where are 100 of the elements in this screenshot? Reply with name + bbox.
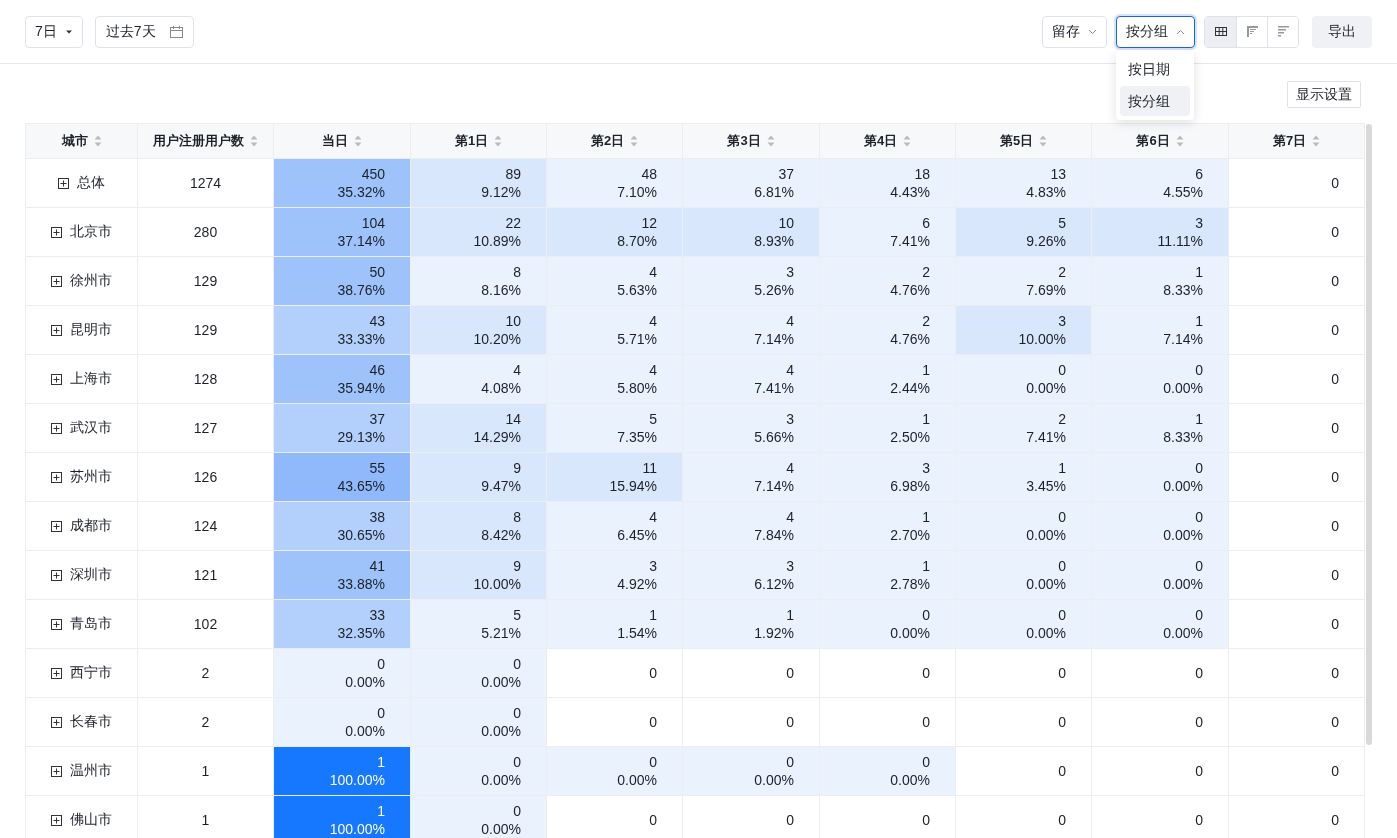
table-cell: 104 37.14% — [273, 208, 410, 256]
city-name: 徐州市 — [70, 272, 112, 290]
table-cell: 0 0.00% — [1091, 600, 1228, 648]
expand-icon[interactable] — [51, 765, 62, 777]
menu-item[interactable]: 按分组 — [1120, 85, 1190, 116]
column-header[interactable]: 第5日 — [955, 124, 1091, 158]
table-cell: 0 — [1228, 257, 1364, 305]
grid-icon — [1214, 27, 1227, 36]
city-name: 北京市 — [70, 223, 112, 241]
table-view-button[interactable] — [1205, 16, 1236, 47]
table-cell: 0 0.00% — [819, 747, 955, 795]
table-cell: 0 — [1228, 404, 1364, 452]
table-cell: 4 7.14% — [682, 306, 819, 354]
table-cell: 0 — [1228, 698, 1364, 746]
expand-icon[interactable] — [58, 177, 69, 189]
stair-view-button[interactable] — [1267, 16, 1298, 47]
table-cell: 1 1.92% — [682, 600, 819, 648]
table-cell: 1 8.33% — [1091, 404, 1228, 452]
column-header[interactable]: 当日 — [273, 124, 410, 158]
table-cell: 0 — [1228, 306, 1364, 354]
table-cell: 2 4.76% — [819, 257, 955, 305]
table-cell: 0 — [1228, 502, 1364, 550]
expand-icon[interactable] — [51, 520, 62, 532]
table-cell: 0 0.00% — [410, 649, 546, 697]
table-cell: 8 8.42% — [410, 502, 546, 550]
expand-icon[interactable] — [51, 324, 62, 336]
date-range-picker[interactable]: 过去7天 — [94, 15, 194, 48]
table-cell: 2 4.76% — [819, 306, 955, 354]
expand-icon[interactable] — [51, 569, 62, 581]
table-cell: 0 — [819, 796, 955, 838]
table-cell: 0 0.00% — [546, 747, 682, 795]
metric-select[interactable]: 留存 — [1042, 15, 1107, 48]
table-cell: 2 7.69% — [955, 257, 1091, 305]
table-cell: 5 7.35% — [546, 404, 682, 452]
table-cell: 0 — [682, 796, 819, 838]
expand-icon[interactable] — [51, 275, 62, 287]
group-select[interactable]: 按分组 — [1116, 15, 1195, 48]
column-header[interactable]: 第7日 — [1228, 124, 1364, 158]
city-name: 青岛市 — [70, 615, 112, 633]
expand-icon[interactable] — [51, 471, 62, 483]
sort-icon — [1312, 135, 1321, 147]
table-cell: 1 100.00% — [273, 747, 410, 795]
table-cell: 0 — [955, 796, 1091, 838]
table-cell: 0 0.00% — [1091, 355, 1228, 403]
expand-icon[interactable] — [51, 422, 62, 434]
sort-icon — [630, 135, 639, 147]
table-cell: 0 0.00% — [410, 796, 546, 838]
expand-icon[interactable] — [51, 814, 62, 826]
table-cell: 3 10.00% — [955, 306, 1091, 354]
table-cell: 48 7.10% — [546, 159, 682, 207]
table-cell: 11 15.94% — [546, 453, 682, 501]
table-cell: 4 5.63% — [546, 257, 682, 305]
column-header[interactable]: 第3日 — [682, 124, 819, 158]
expand-icon[interactable] — [51, 618, 62, 630]
column-header[interactable]: 城市 — [26, 124, 137, 158]
table-cell: 0 0.00% — [955, 600, 1091, 648]
table-cell: 0 0.00% — [682, 747, 819, 795]
table-cell: 1 2.50% — [819, 404, 955, 452]
table-cell: 33 32.35% — [273, 600, 410, 648]
table-cell: 0 — [1091, 698, 1228, 746]
table-cell: 13 4.83% — [955, 159, 1091, 207]
table-cell: 0 — [1091, 649, 1228, 697]
table-cell: 0 — [1091, 796, 1228, 838]
column-header[interactable]: 用户注册用户数 — [137, 124, 273, 158]
table-cell: 4 7.41% — [682, 355, 819, 403]
expand-icon[interactable] — [51, 373, 62, 385]
table-cell: 10 8.93% — [682, 208, 819, 256]
table-cell: 89 9.12% — [410, 159, 546, 207]
table-cell: 4 5.71% — [546, 306, 682, 354]
city-name: 总体 — [77, 174, 105, 192]
column-header[interactable]: 第2日 — [546, 124, 682, 158]
table-cell: 9 10.00% — [410, 551, 546, 599]
city-name: 西宁市 — [70, 664, 112, 682]
table-cell: 450 35.32% — [273, 159, 410, 207]
city-name: 武汉市 — [70, 419, 112, 437]
scrollbar[interactable] — [1366, 124, 1372, 745]
table-cell: 0 0.00% — [410, 747, 546, 795]
table-cell: 3 11.11% — [1091, 208, 1228, 256]
city-name: 温州市 — [70, 762, 112, 780]
period-select[interactable]: 7日 — [25, 15, 83, 48]
stairs-icon — [1277, 26, 1289, 37]
table-cell: 0 — [1228, 453, 1364, 501]
table-cell: 0 — [1228, 208, 1364, 256]
table-cell: 50 38.76% — [273, 257, 410, 305]
column-header[interactable]: 第4日 — [819, 124, 955, 158]
expand-icon[interactable] — [51, 716, 62, 728]
table-cell: 4 7.84% — [682, 502, 819, 550]
city-name: 佛山市 — [70, 811, 112, 829]
sort-icon — [354, 135, 362, 147]
table-cell: 43 33.33% — [273, 306, 410, 354]
table-cell: 1 2.78% — [819, 551, 955, 599]
menu-item[interactable]: 按日期 — [1120, 53, 1190, 84]
table-cell: 0 — [546, 796, 682, 838]
column-header[interactable]: 第6日 — [1091, 124, 1228, 158]
table-cell: 12 8.70% — [546, 208, 682, 256]
column-header[interactable]: 第1日 — [410, 124, 546, 158]
display-settings-button[interactable]: 显示设置 — [1287, 81, 1361, 108]
expand-icon[interactable] — [51, 226, 62, 238]
expand-icon[interactable] — [51, 667, 62, 679]
export-button[interactable]: 导出 — [1312, 15, 1372, 48]
